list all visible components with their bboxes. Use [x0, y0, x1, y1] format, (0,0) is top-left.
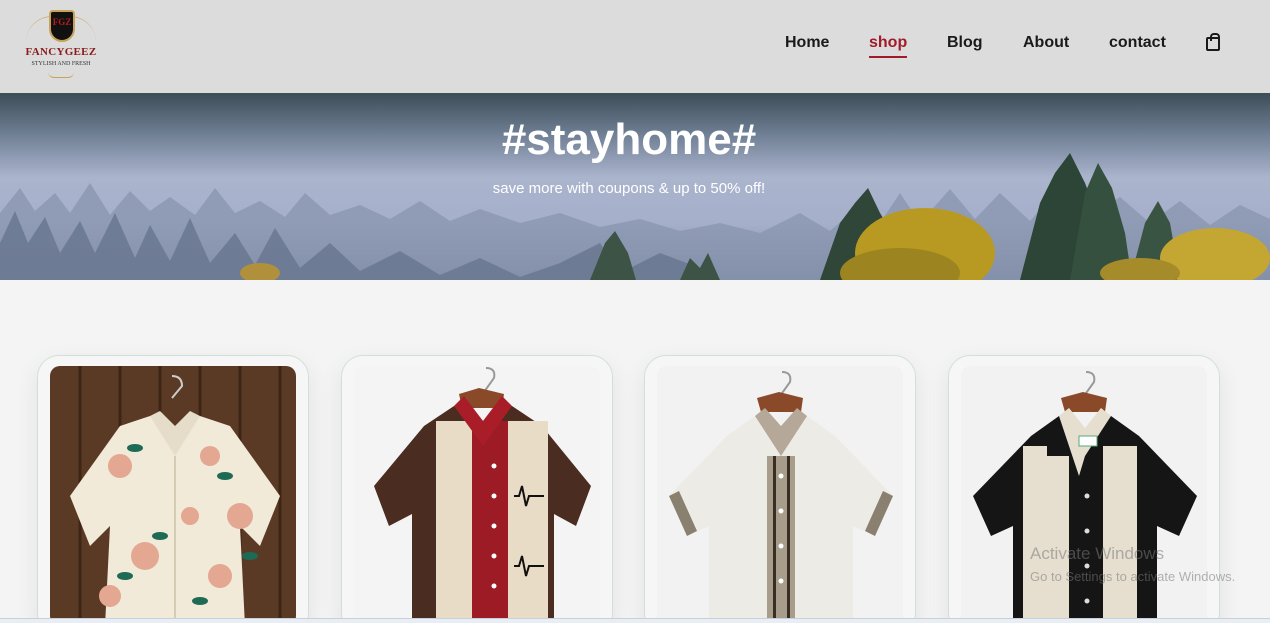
- product-card[interactable]: [341, 355, 613, 623]
- product-image-white-stripe-shirt[interactable]: [657, 366, 903, 623]
- bottom-scrollbar[interactable]: [0, 618, 1270, 623]
- nav-home[interactable]: Home: [785, 34, 829, 52]
- product-image-black-cream-shirt[interactable]: [961, 366, 1207, 623]
- logo-underline: [48, 72, 74, 78]
- product-card[interactable]: [644, 355, 916, 623]
- main-nav: Home shop Blog About contact: [0, 34, 1270, 58]
- hero-banner: #stayhome# save more with coupons & up t…: [0, 93, 1270, 280]
- product-image-floral-shirt[interactable]: [50, 366, 296, 623]
- nav-contact[interactable]: contact: [1109, 34, 1166, 52]
- brand-tagline: STYLISH AND FRESH: [31, 61, 91, 67]
- windows-activation-title: Activate Windows: [1030, 544, 1165, 563]
- hero-subtitle: save more with coupons & up to 50% off!: [492, 180, 766, 197]
- nav-about[interactable]: About: [1023, 34, 1069, 52]
- site-header: FGZ FANCYGEEZ STYLISH AND FRESH Home sho…: [0, 0, 1270, 93]
- shopping-bag-icon[interactable]: [1206, 33, 1220, 51]
- product-image-red-stripe-shirt[interactable]: [354, 366, 600, 623]
- product-card[interactable]: [37, 355, 309, 623]
- nav-blog[interactable]: Blog: [947, 34, 983, 52]
- nav-shop[interactable]: shop: [869, 34, 908, 58]
- windows-activation-text: Go to Settings to activate Windows.: [1030, 569, 1236, 584]
- hero-title: #stayhome#: [501, 115, 757, 164]
